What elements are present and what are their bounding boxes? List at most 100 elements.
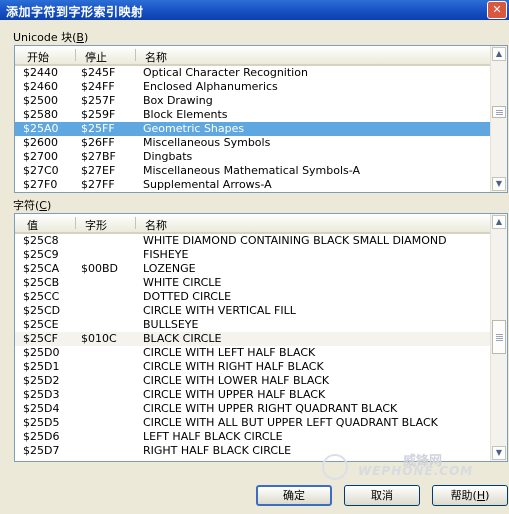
blocks-cell-name: Supplemental Arrows-A	[143, 178, 272, 191]
chars-row[interactable]: $25CB WHITE CIRCLE	[15, 276, 491, 290]
chars-cell-value: $25D0	[23, 346, 60, 359]
blocks-cell-start: $2700	[23, 150, 58, 163]
chars-cell-name: CIRCLE WITH RIGHT HALF BLACK	[143, 360, 324, 373]
blocks-row[interactable]: $2700 $27BF Dingbats	[15, 150, 491, 164]
chars-list[interactable]: 值 字形 名称 $25C8 WHITE DIAMOND CONTAINING BL…	[14, 213, 508, 462]
blocks-row[interactable]: $2460 $24FF Enclosed Alphanumerics	[15, 80, 491, 94]
column-value[interactable]: 值	[27, 217, 38, 233]
chars-cell-name: CIRCLE WITH VERTICAL FILL	[143, 304, 296, 317]
chars-cell-value: $25CB	[23, 276, 60, 289]
scroll-up-icon[interactable]: ▲	[492, 47, 506, 61]
blocks-row[interactable]: $2600 $26FF Miscellaneous Symbols	[15, 136, 491, 150]
chars-cell-value: $25C9	[23, 248, 59, 261]
chars-row[interactable]: $25C8 WHITE DIAMOND CONTAINING BLACK SMAL…	[15, 234, 491, 248]
blocks-cell-name: Box Drawing	[143, 94, 213, 107]
chars-cell-value: $25D6	[23, 430, 60, 443]
chars-row[interactable]: $25D4 CIRCLE WITH UPPER RIGHT QUADRANT BL…	[15, 402, 491, 416]
chars-cell-name: CIRCLE WITH LEFT HALF BLACK	[143, 346, 316, 359]
chars-cell-value: $25CA	[23, 262, 60, 275]
chars-cell-name: BLACK CIRCLE	[143, 332, 222, 345]
chars-cell-name: FISHEYE	[143, 248, 189, 261]
blocks-cell-name: Dingbats	[143, 150, 193, 163]
blocks-cell-start: $2580	[23, 108, 58, 121]
blocks-cell-name: Optical Character Recognition	[143, 66, 308, 79]
blocks-cell-start: $25A0	[23, 122, 59, 135]
scroll-down-icon[interactable]: ▼	[492, 446, 506, 460]
blocks-cell-start: $2600	[23, 136, 58, 149]
chars-cell-glyph: $00BD	[81, 262, 119, 275]
column-char-name[interactable]: 名称	[145, 217, 167, 233]
chars-row[interactable]: $25D0 CIRCLE WITH LEFT HALF BLACK	[15, 346, 491, 360]
chars-row[interactable]: $25CA $00BD LOZENGE	[15, 262, 491, 276]
blocks-cell-end: $26FF	[81, 136, 115, 149]
blocks-cell-start: $2460	[23, 80, 58, 93]
chars-cell-name: CIRCLE WITH ALL BUT UPPER LEFT QUADRANT …	[143, 416, 438, 429]
chars-scroll-thumb[interactable]	[492, 320, 506, 354]
chars-row[interactable]: $25D1 CIRCLE WITH RIGHT HALF BLACK	[15, 360, 491, 374]
blocks-cell-start: $27C0	[23, 164, 59, 177]
column-end[interactable]: 停止	[85, 49, 107, 65]
chars-row[interactable]: $25D3 CIRCLE WITH UPPER HALF BLACK	[15, 388, 491, 402]
blocks-list[interactable]: 开始 停止 名称 $2440 $245F Optical Character Rec…	[14, 45, 508, 193]
blocks-cell-start: $2500	[23, 94, 58, 107]
help-button[interactable]: 帮助(H)	[432, 485, 508, 506]
column-start[interactable]: 开始	[27, 49, 49, 65]
blocks-cell-end: $27FF	[81, 178, 115, 191]
scroll-down-icon[interactable]: ▼	[492, 177, 506, 191]
blocks-cell-name: Enclosed Alphanumerics	[143, 80, 278, 93]
chars-row[interactable]: $25CE BULLSEYE	[15, 318, 491, 332]
blocks-cell-end: $24FF	[81, 80, 115, 93]
blocks-label: Unicode 块(B)	[13, 31, 89, 44]
chars-cell-name: WHITE DIAMOND CONTAINING BLACK SMALL DIA…	[143, 234, 447, 247]
blocks-cell-name: Miscellaneous Mathematical Symbols-A	[143, 164, 361, 177]
chars-row[interactable]: $25CC DOTTED CIRCLE	[15, 290, 491, 304]
chars-cell-value: $25CD	[23, 304, 61, 317]
blocks-cell-end: $27EF	[81, 164, 116, 177]
blocks-cell-start: $2440	[23, 66, 58, 79]
chars-cell-value: $25D7	[23, 444, 60, 457]
chars-cell-glyph: $010C	[81, 332, 117, 345]
column-glyph[interactable]: 字形	[85, 217, 107, 233]
chars-row[interactable]: $25D5 CIRCLE WITH ALL BUT UPPER LEFT QUAD…	[15, 416, 491, 430]
blocks-row[interactable]: $2440 $245F Optical Character Recognition	[15, 66, 491, 80]
chars-cell-name: DOTTED CIRCLE	[143, 290, 232, 303]
chars-rows: $25C8 WHITE DIAMOND CONTAINING BLACK SMAL…	[15, 234, 491, 458]
chars-cell-name: RIGHT HALF BLACK CIRCLE	[143, 444, 292, 457]
blocks-cell-name: Miscellaneous Symbols	[143, 136, 271, 149]
blocks-row[interactable]: $25A0 $25FF Geometric Shapes	[15, 122, 491, 136]
blocks-cell-end: $259F	[81, 108, 116, 121]
blocks-row[interactable]: $27C0 $27EF Miscellaneous Mathematical Sym…	[15, 164, 491, 178]
cancel-button[interactable]: 取消	[344, 485, 420, 506]
chars-cell-name: CIRCLE WITH UPPER HALF BLACK	[143, 388, 326, 401]
blocks-row[interactable]: $27F0 $27FF Supplemental Arrows-A	[15, 178, 491, 192]
blocks-row[interactable]: $2580 $259F Block Elements	[15, 108, 491, 122]
chars-row[interactable]: $25CF $010C BLACK CIRCLE	[15, 332, 491, 346]
chars-cell-name: CIRCLE WITH UPPER RIGHT QUADRANT BLACK	[143, 402, 398, 415]
column-name[interactable]: 名称	[145, 49, 167, 65]
blocks-scroll-thumb[interactable]	[492, 106, 506, 118]
window-title: 添加字符到字形索引映射	[6, 5, 144, 19]
chars-row[interactable]: $25D6 LEFT HALF BLACK CIRCLE	[15, 430, 491, 444]
title-bar[interactable]: 添加字符到字形索引映射 ✕	[0, 0, 509, 20]
blocks-row[interactable]: $2500 $257F Box Drawing	[15, 94, 491, 108]
chars-cell-name: WHITE CIRCLE	[143, 276, 222, 289]
chars-scrollbar[interactable]: ▲ ▼	[490, 214, 507, 461]
blocks-scrollbar[interactable]: ▲ ▼	[490, 46, 507, 192]
chars-cell-name: LOZENGE	[143, 262, 196, 275]
chars-row[interactable]: $25D2 CIRCLE WITH LOWER HALF BLACK	[15, 374, 491, 388]
scroll-up-icon[interactable]: ▲	[492, 215, 506, 229]
blocks-cell-end: $25FF	[81, 122, 115, 135]
chars-cell-name: BULLSEYE	[143, 318, 199, 331]
chars-cell-value: $25D1	[23, 360, 60, 373]
chars-cell-value: $25D5	[23, 416, 60, 429]
chars-cell-value: $25CF	[23, 332, 59, 345]
watermark-logo: 威锋网 WEPHONE.COM	[318, 448, 480, 480]
chars-cell-value: $25D4	[23, 402, 60, 415]
chars-cell-value: $25C8	[23, 234, 59, 247]
chars-header: 值 字形 名称	[15, 214, 491, 234]
ok-button[interactable]: 确定	[256, 485, 332, 506]
chars-cell-value: $25CE	[23, 318, 59, 331]
chars-row[interactable]: $25CD CIRCLE WITH VERTICAL FILL	[15, 304, 491, 318]
close-icon[interactable]: ✕	[487, 1, 507, 19]
chars-row[interactable]: $25C9 FISHEYE	[15, 248, 491, 262]
